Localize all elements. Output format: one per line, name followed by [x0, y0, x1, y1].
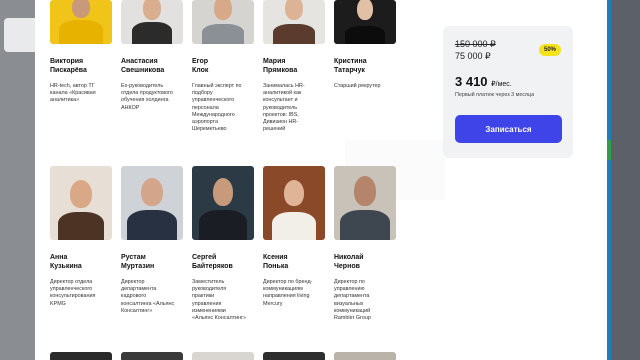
speaker-photo: [121, 352, 183, 360]
speaker-photo: [50, 166, 112, 240]
speaker-name: Сергей Байтеряков: [192, 254, 233, 270]
speaker-card: [334, 352, 398, 360]
speaker-photo: [334, 352, 396, 360]
speaker-name: Мария Прямкова: [263, 58, 298, 74]
speaker-photo: [334, 166, 396, 240]
speaker-description: Директор по управлению департамента визуаль…: [334, 279, 371, 322]
speaker-card: Егор Клок Главный эксперт по подбору управл…: [192, 0, 256, 133]
speaker-photo: [50, 0, 112, 44]
speaker-description: Директор отдела управленческого консультир…: [50, 279, 96, 307]
speaker-card: Анна Кузькина Директор отдела управленческ…: [50, 166, 114, 308]
speaker-card: Кристина Татарчук Старший рекрутер: [334, 0, 398, 90]
speaker-photo: [121, 0, 183, 44]
enroll-button[interactable]: Записаться: [455, 115, 562, 143]
speaker-name: Рустам Муртазин: [121, 254, 155, 270]
speaker-description: Директор департамента кадрового консалтинга…: [121, 279, 175, 314]
speaker-card: Сергей Байтеряков Заместитель руководителя…: [192, 166, 256, 322]
speakers-modal: Виктория Пискарёва HR-tech, автор ТГ канал…: [35, 0, 607, 360]
speaker-name: Виктория Пискарёва: [50, 58, 87, 74]
speaker-description: Занималась HR-аналитикой как консультант …: [263, 83, 305, 133]
speaker-photo: [50, 352, 112, 360]
speaker-card: Виктория Пискарёва HR-tech, автор ТГ канал…: [50, 0, 114, 105]
speaker-photo: [121, 166, 183, 240]
speaker-card: [50, 352, 114, 360]
backdrop-edge: [607, 0, 611, 360]
speaker-card: Рустам Муртазин Директор департамента кадро…: [121, 166, 185, 315]
speaker-photo: [192, 0, 254, 44]
page-backdrop-left: [0, 0, 44, 360]
speaker-card: Анастасия Свешникова Ex-руководитель отдел…: [121, 0, 185, 112]
speaker-card: [192, 352, 256, 360]
speaker-name: Ксения Понька: [263, 254, 289, 270]
payment-note: Первый платеж через 3 месяца: [455, 92, 535, 98]
speaker-description: Ex-руководитель отдела продуктового обучен…: [121, 83, 173, 111]
speaker-description: Директор по бренд-коммуникациям направлен…: [263, 279, 313, 307]
speaker-name: Николай Чернов: [334, 254, 364, 270]
discount-badge: 50%: [538, 44, 561, 56]
speaker-card: Мария Прямкова Занималась HR-аналитикой к…: [263, 0, 327, 133]
speaker-photo: [192, 352, 254, 360]
backdrop-edge-green: [607, 140, 611, 160]
speaker-card: Николай Чернов Директор по управлению депар…: [334, 166, 398, 322]
speaker-photo: [263, 166, 325, 240]
speaker-name: Кристина Татарчук: [334, 58, 367, 74]
speaker-photo: [263, 352, 325, 360]
speaker-photo: [334, 0, 396, 44]
speaker-card: [121, 352, 185, 360]
speaker-name: Анастасия Свешникова: [121, 58, 165, 74]
speaker-description: HR-tech, автор ТГ канала «Красивая аналити…: [50, 83, 96, 104]
speaker-description: Старший рекрутер: [334, 83, 381, 89]
pricing-card: 150 000 ₽ 75 000 ₽ 50% 3 410 ₽/мес. Перв…: [443, 26, 573, 158]
speaker-card: [263, 352, 327, 360]
speaker-description: Главный эксперт по подбору управленческого…: [192, 83, 242, 133]
speaker-photo: [263, 0, 325, 44]
speaker-photo: [192, 166, 254, 240]
monthly-price: 3 410 ₽/мес.: [455, 74, 512, 89]
speaker-description: Заместитель руководителя практики управлени…: [192, 279, 247, 322]
speaker-name: Анна Кузькина: [50, 254, 82, 270]
speaker-name: Егор Клок: [192, 58, 209, 74]
speaker-card: Ксения Понька Директор по бренд-коммуника…: [263, 166, 327, 308]
page-backdrop-right: [607, 0, 640, 360]
